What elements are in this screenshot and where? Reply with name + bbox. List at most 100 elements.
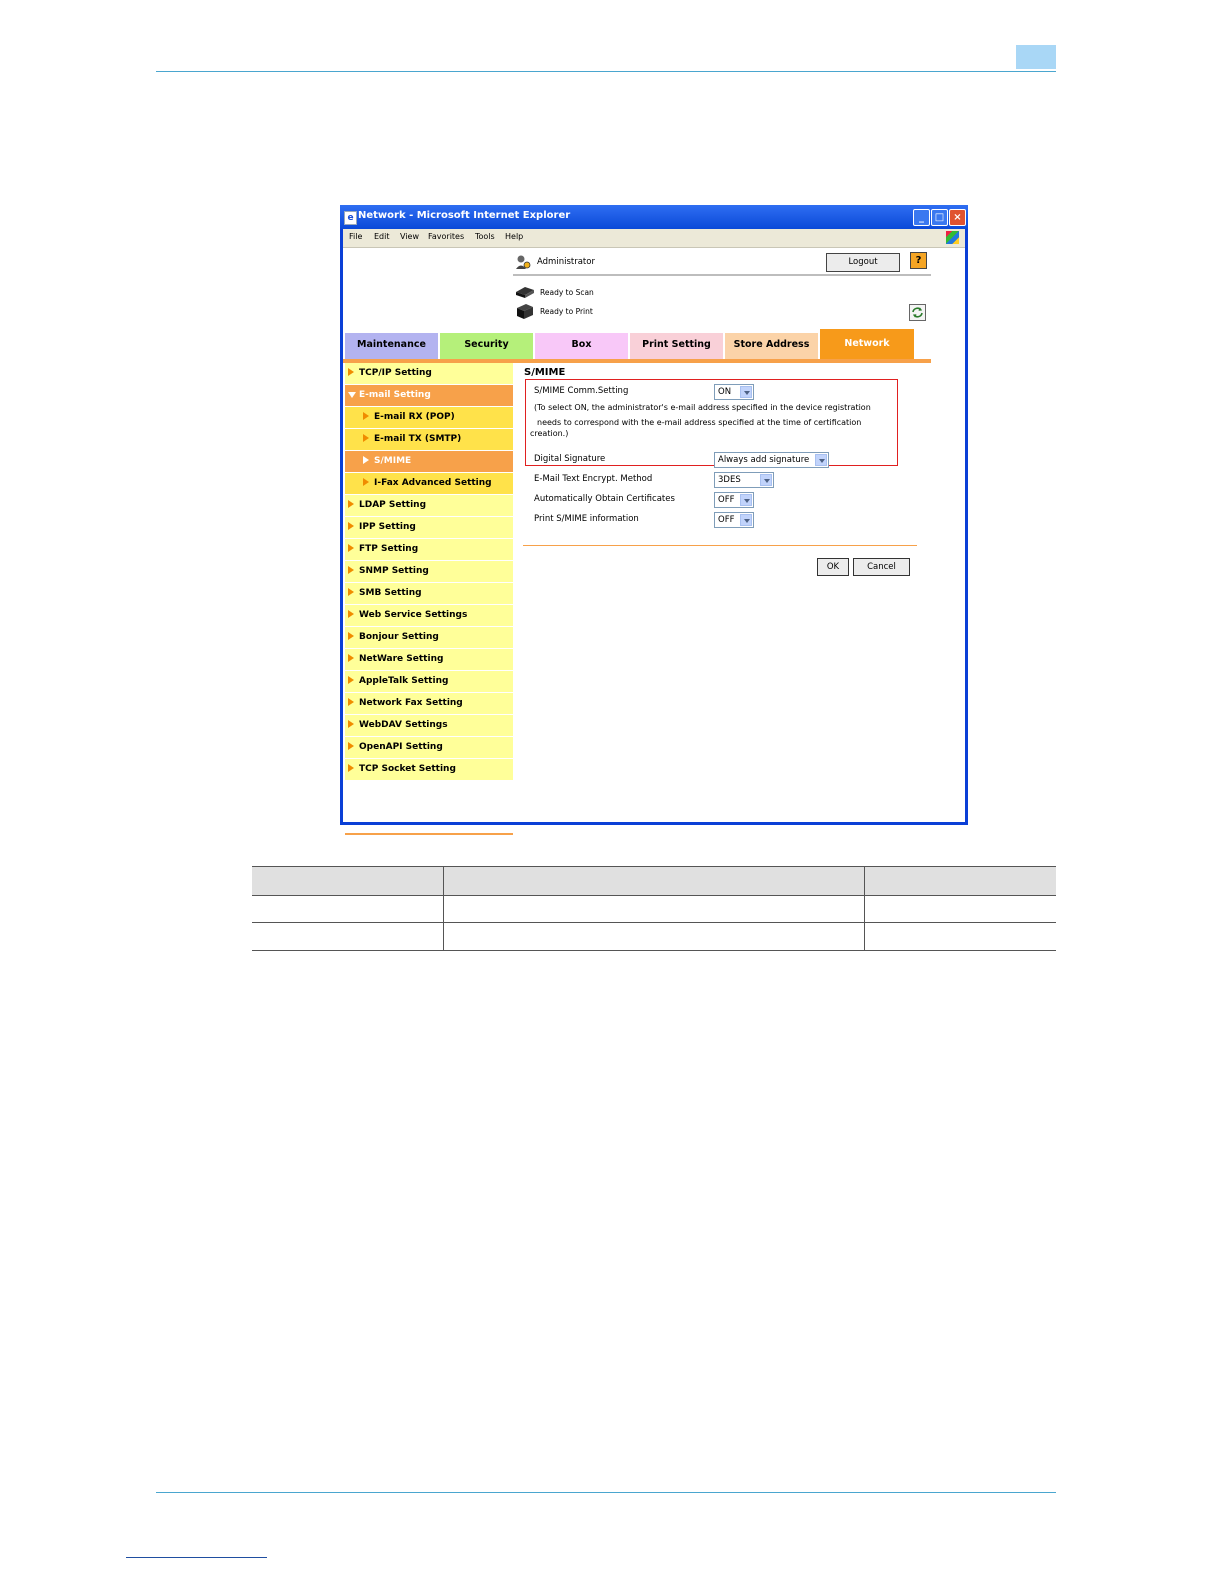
arrow-down-icon [348,392,356,398]
arrow-right-icon [348,720,354,728]
chevron-down-icon [740,494,752,506]
arrow-right-icon [348,632,354,640]
sidebar-item-label: SMB Setting [359,588,422,598]
select-value: Always add signature [718,455,810,465]
tab-network[interactable]: Network [820,329,914,359]
sidebar-item-label: TCP Socket Setting [359,764,456,774]
table-row [252,895,1056,923]
sidebar-item-openapi-setting[interactable]: OpenAPI Setting [345,737,513,758]
maximize-icon[interactable]: □ [931,209,948,226]
print-status-label: Ready to Print [540,307,593,316]
table-header-row [252,866,1056,896]
email-text-encrypt-method-select[interactable]: 3DES [714,472,774,488]
tab-print-setting[interactable]: Print Setting [630,333,723,359]
select-value: ON [718,387,732,397]
sidebar-item-email-setting[interactable]: E-mail Setting [345,385,513,406]
sidebar-item-label: E-mail Setting [359,390,431,400]
logout-button[interactable]: Logout [826,253,900,272]
menu-view[interactable]: View [400,232,419,241]
print-smime-information-label: Print S/MIME information [534,514,639,524]
ok-button[interactable]: OK [817,558,849,576]
menu-help[interactable]: Help [505,232,523,241]
sidebar-item-ipp-setting[interactable]: IPP Setting [345,517,513,538]
arrow-right-icon [348,764,354,772]
sidebar-item-network-fax-setting[interactable]: Network Fax Setting [345,693,513,714]
select-value: 3DES [718,475,741,485]
sidebar-item-bonjour-setting[interactable]: Bonjour Setting [345,627,513,648]
tab-security[interactable]: Security [440,333,533,359]
chevron-down-icon [740,514,752,526]
arrow-right-icon [348,522,354,530]
sidebar-item-snmp-setting[interactable]: SNMP Setting [345,561,513,582]
menu-favorites[interactable]: Favorites [428,232,464,241]
smime-comm-setting-select[interactable]: ON [714,384,754,400]
minimize-icon[interactable]: _ [913,209,930,226]
printer-icon [517,304,533,319]
sidebar-item-web-service-settings[interactable]: Web Service Settings [345,605,513,626]
sidebar-item-smb-setting[interactable]: SMB Setting [345,583,513,604]
sidebar-item-label: Web Service Settings [359,610,468,620]
menu-bar: File Edit View Favorites Tools Help [343,229,965,248]
sidebar-item-label: SNMP Setting [359,566,429,576]
arrow-right-icon [348,742,354,750]
tab-maintenance[interactable]: Maintenance [345,333,438,359]
sidebar-item-webdav-settings[interactable]: WebDAV Settings [345,715,513,736]
refresh-icon[interactable] [909,304,926,321]
sidebar-item-ifax-advanced-setting[interactable]: I-Fax Advanced Setting [345,473,513,494]
print-smime-information-select[interactable]: OFF [714,512,754,528]
menu-edit[interactable]: Edit [374,232,390,241]
smime-note-line: needs to correspond with the e-mail addr… [537,418,862,427]
sidebar-item-tcpip-setting[interactable]: TCP/IP Setting [345,363,513,384]
user-bar: Administrator Logout ? [513,252,931,276]
main-tabs: Maintenance Security Box Print Setting S… [343,329,931,359]
auto-obtain-certificates-select[interactable]: OFF [714,492,754,508]
auto-obtain-certificates-label: Automatically Obtain Certificates [534,494,675,504]
sidebar-item-label: TCP/IP Setting [359,368,432,378]
sidebar-item-label: S/MIME [374,456,412,466]
sidebar-item-label: LDAP Setting [359,500,427,510]
arrow-right-icon [348,544,354,552]
chevron-down-icon [740,386,752,398]
sidebar-bottom-rule [345,833,513,835]
sidebar-item-label: E-mail TX (SMTP) [374,434,462,444]
arrow-right-icon [363,456,369,464]
help-icon[interactable]: ? [910,252,927,269]
sidebar-item-ftp-setting[interactable]: FTP Setting [345,539,513,560]
scanner-icon [516,287,534,298]
sidebar-item-tcp-socket-setting[interactable]: TCP Socket Setting [345,759,513,780]
arrow-right-icon [363,434,369,442]
sidebar-item-appletalk-setting[interactable]: AppleTalk Setting [345,671,513,692]
scan-status-label: Ready to Scan [540,288,594,297]
sidebar-item-email-tx-smtp[interactable]: E-mail TX (SMTP) [345,429,513,450]
sidebar-item-label: IPP Setting [359,522,416,532]
sidebar-item-smime[interactable]: S/MIME [345,451,513,472]
arrow-right-icon [363,478,369,486]
sidebar-item-label: NetWare Setting [359,654,444,664]
sidebar-item-label: Bonjour Setting [359,632,439,642]
menu-file[interactable]: File [349,232,362,241]
sidebar-item-ldap-setting[interactable]: LDAP Setting [345,495,513,516]
select-value: OFF [718,495,735,505]
tab-store-address[interactable]: Store Address [725,333,818,359]
title-bar: e Network - Microsoft Internet Explorer … [340,205,968,229]
page-content: Administrator Logout ? Ready to Scan Rea… [343,248,965,835]
menu-tools[interactable]: Tools [475,232,495,241]
close-icon[interactable]: × [949,209,966,226]
arrow-right-icon [348,676,354,684]
select-value: OFF [718,515,735,525]
form-separator [523,545,917,546]
sidebar-item-label: E-mail RX (POP) [374,412,455,422]
sidebar-item-label: OpenAPI Setting [359,742,443,752]
sidebar-item-label: FTP Setting [359,544,419,554]
user-role-label: Administrator [537,257,595,267]
digital-signature-select[interactable]: Always add signature [714,452,829,468]
cancel-button[interactable]: Cancel [853,558,910,576]
footer-rule [156,1492,1056,1493]
sidebar-item-email-rx-pop[interactable]: E-mail RX (POP) [345,407,513,428]
sidebar-item-label: Network Fax Setting [359,698,463,708]
administrator-icon [516,255,531,269]
tab-box[interactable]: Box [535,333,628,359]
ie-page-icon: e [344,211,357,225]
chevron-down-icon [815,454,827,466]
sidebar-item-netware-setting[interactable]: NetWare Setting [345,649,513,670]
